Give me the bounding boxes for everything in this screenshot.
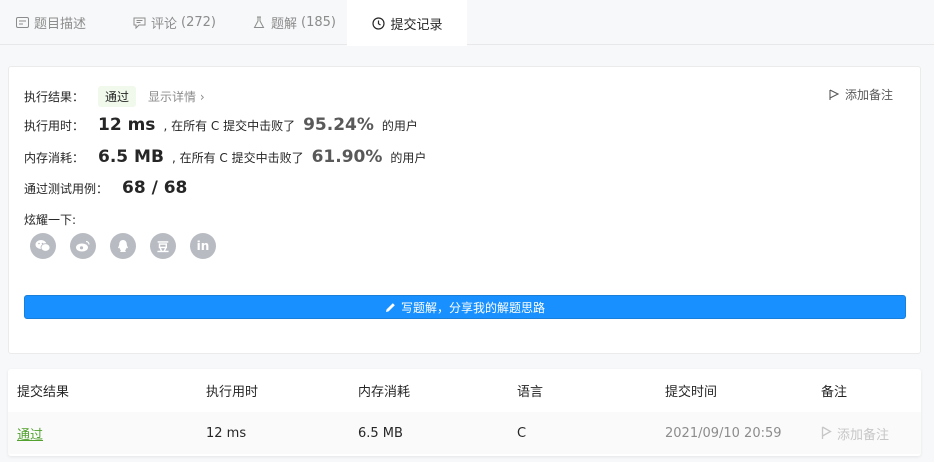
row-add-note-button[interactable]: 添加备注 [821, 412, 889, 454]
show-details-link[interactable]: 显示详情 › [148, 88, 205, 105]
tab-bar: 题目描述 评论 (272) 题解 (185) 提交记录 [0, 0, 934, 46]
submission-status-link[interactable]: 通过 [17, 424, 43, 443]
submissions-table: 提交结果 执行用时 内存消耗 语言 提交时间 备注 通过 12 ms 6.5 M… [8, 369, 921, 456]
write-solution-label: 写题解，分享我的解题思路 [400, 300, 545, 315]
tab-comments[interactable]: 评论 (272) [132, 0, 216, 45]
add-note-button[interactable]: 添加备注 [829, 86, 893, 103]
memory-value: 6.5 MB [98, 147, 164, 167]
description-icon [15, 16, 29, 30]
wechat-icon[interactable] [30, 233, 56, 259]
qq-icon[interactable] [110, 233, 136, 259]
tab-solutions[interactable]: 题解 (185) [252, 0, 336, 45]
linkedin-glyph: in [196, 239, 210, 253]
write-solution-button[interactable]: 写题解，分享我的解题思路 [24, 295, 906, 319]
runtime-percentile: 95.24% [303, 115, 374, 135]
tests-value: 68 / 68 [122, 178, 188, 198]
header-runtime: 执行用时 [206, 384, 259, 400]
memory-label: 内存消耗： [24, 151, 85, 165]
clock-icon [371, 16, 385, 30]
memory-compare-text: , 在所有 C 提交中击败了 [171, 151, 304, 165]
linkedin-icon[interactable]: in [190, 233, 216, 259]
submission-memory: 6.5 MB [358, 425, 403, 441]
memory-tail-text: 的用户 [390, 151, 427, 165]
runtime-value: 12 ms [98, 115, 156, 135]
result-row: 执行结果： 通过 显示详情 › [24, 86, 205, 107]
runtime-tail-text: 的用户 [381, 119, 418, 133]
pencil-icon [385, 302, 395, 312]
tab-count: (185) [301, 15, 336, 30]
runtime-compare-text: , 在所有 C 提交中击败了 [163, 119, 296, 133]
comment-icon [132, 16, 146, 30]
weibo-icon[interactable] [70, 233, 96, 259]
share-row: 炫耀一下: [24, 211, 76, 228]
tab-label: 评论 [151, 17, 178, 32]
tab-count: (272) [181, 15, 216, 30]
douban-glyph: 豆 [156, 239, 169, 254]
tab-submissions[interactable]: 提交记录 [347, 0, 467, 46]
submission-runtime: 12 ms [206, 425, 247, 441]
table-header: 提交结果 执行用时 内存消耗 语言 提交时间 备注 [8, 369, 921, 411]
tab-label: 题解 [271, 17, 298, 32]
status-badge: 通过 [98, 86, 137, 107]
table-row: 通过 12 ms 6.5 MB C 2021/09/10 20:59 添加备注 [8, 412, 921, 454]
douban-icon[interactable]: 豆 [150, 233, 176, 259]
tab-label: 题目描述 [34, 17, 87, 32]
memory-percentile: 61.90% [311, 147, 383, 167]
header-note: 备注 [821, 384, 848, 400]
tab-description[interactable]: 题目描述 [15, 0, 86, 45]
header-memory: 内存消耗 [358, 384, 411, 400]
chevron-right-icon: › [199, 90, 205, 104]
tab-label: 提交记录 [390, 17, 443, 33]
flask-icon [252, 16, 266, 30]
memory-row: 内存消耗： 6.5 MB , 在所有 C 提交中击败了 61.90% 的用户 [24, 147, 426, 167]
result-label: 执行结果： [24, 90, 85, 104]
header-status: 提交结果 [17, 384, 70, 400]
runtime-label: 执行用时： [24, 119, 85, 133]
runtime-row: 执行用时： 12 ms , 在所有 C 提交中击败了 95.24% 的用户 [24, 115, 418, 135]
tests-label: 通过测试用例： [24, 182, 109, 196]
tests-row: 通过测试用例： 68 / 68 [24, 178, 195, 198]
flag-icon [829, 89, 839, 100]
show-details-label: 显示详情 [148, 90, 197, 104]
row-add-note-label: 添加备注 [837, 427, 890, 443]
submission-time: 2021/09/10 20:59 [665, 425, 782, 441]
share-icons: 豆 in [30, 233, 216, 259]
flag-icon [821, 426, 832, 439]
share-label: 炫耀一下: [24, 213, 77, 227]
header-time: 提交时间 [665, 384, 718, 400]
header-language: 语言 [517, 384, 544, 400]
submission-result-card: 执行结果： 通过 显示详情 › 添加备注 执行用时： 12 ms , 在所有 C… [8, 66, 921, 354]
submission-language: C [517, 425, 527, 441]
add-note-label: 添加备注 [844, 88, 893, 102]
